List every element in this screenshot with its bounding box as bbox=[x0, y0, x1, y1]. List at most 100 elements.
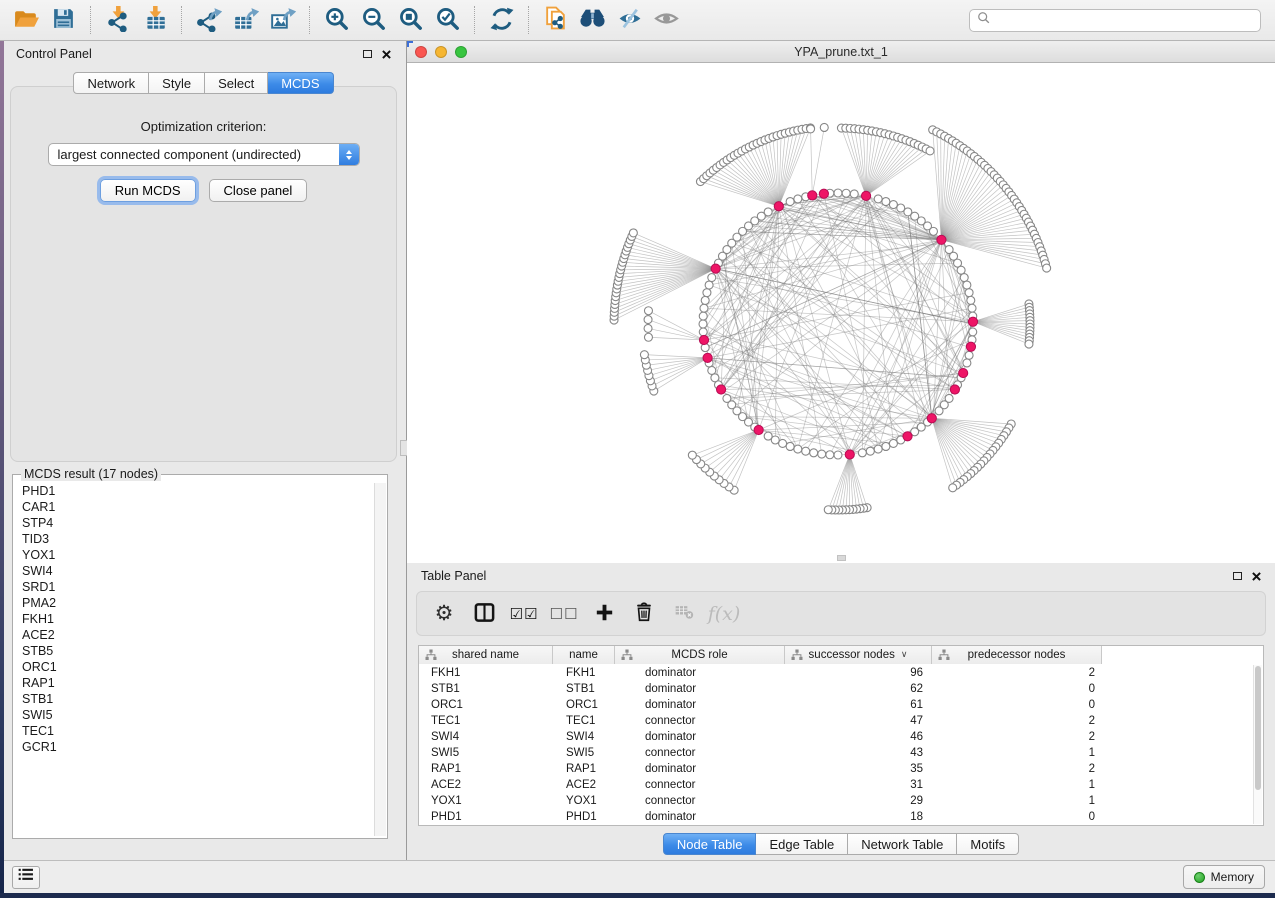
network-node[interactable] bbox=[935, 407, 943, 415]
network-node[interactable] bbox=[882, 198, 890, 206]
network-node[interactable] bbox=[701, 296, 709, 304]
network-node[interactable] bbox=[929, 227, 937, 235]
table-row[interactable]: FKH1FKH1dominator962 bbox=[419, 665, 1253, 681]
table-row[interactable]: SWI5SWI5connector431 bbox=[419, 745, 1253, 761]
network-node[interactable] bbox=[802, 447, 810, 455]
clone-network-button[interactable] bbox=[539, 3, 572, 37]
hide-panel-eye-button[interactable] bbox=[613, 3, 646, 37]
network-leaf-node[interactable] bbox=[644, 333, 652, 341]
clear-selection-button[interactable]: ☐☐ bbox=[549, 596, 579, 632]
network-title-bar[interactable]: YPA_prune.txt_1 bbox=[407, 41, 1275, 63]
network-leaf-node[interactable] bbox=[688, 451, 696, 459]
network-node[interactable] bbox=[889, 201, 897, 209]
network-node[interactable] bbox=[723, 394, 731, 402]
horizontal-splitter-grip[interactable] bbox=[837, 555, 846, 561]
mcds-result-item[interactable]: PHD1 bbox=[14, 483, 373, 499]
mcds-hub-node[interactable] bbox=[937, 235, 946, 244]
network-node[interactable] bbox=[874, 445, 882, 453]
column-header-mcds-role[interactable]: MCDS role bbox=[615, 646, 785, 664]
import-table-button[interactable] bbox=[138, 3, 171, 37]
tab-select[interactable]: Select bbox=[205, 72, 268, 94]
mcds-result-list[interactable]: PHD1CAR1STP4TID3YOX1SWI4SRD1PMA2FKH1ACE2… bbox=[14, 483, 373, 836]
network-node[interactable] bbox=[960, 274, 968, 282]
mcds-hub-node[interactable] bbox=[968, 317, 977, 326]
mcds-result-item[interactable]: SWI5 bbox=[14, 707, 373, 723]
network-node[interactable] bbox=[874, 195, 882, 203]
table-row[interactable]: TEC1TEC1connector472 bbox=[419, 713, 1253, 729]
save-session-button[interactable] bbox=[47, 3, 80, 37]
tab-network[interactable]: Network bbox=[73, 72, 149, 94]
network-node[interactable] bbox=[786, 198, 794, 206]
network-node[interactable] bbox=[810, 449, 818, 457]
table-row[interactable]: YOX1YOX1connector291 bbox=[419, 793, 1253, 809]
network-node[interactable] bbox=[699, 328, 707, 336]
mcds-hub-node[interactable] bbox=[950, 385, 959, 394]
tab-style[interactable]: Style bbox=[149, 72, 205, 94]
table-scrollbar-thumb[interactable] bbox=[1255, 666, 1261, 790]
tab-network-table[interactable]: Network Table bbox=[848, 833, 957, 855]
table-row[interactable]: SWI4SWI4dominator462 bbox=[419, 729, 1253, 745]
column-header-shared-name[interactable]: shared name bbox=[419, 646, 553, 664]
network-leaf-node[interactable] bbox=[1043, 264, 1051, 272]
mcds-hub-node[interactable] bbox=[819, 189, 828, 198]
network-node[interactable] bbox=[842, 189, 850, 197]
network-leaf-node[interactable] bbox=[824, 506, 832, 514]
mcds-hub-node[interactable] bbox=[959, 368, 968, 377]
network-node[interactable] bbox=[967, 296, 975, 304]
mcds-result-item[interactable]: ORC1 bbox=[14, 659, 373, 675]
mcds-hub-node[interactable] bbox=[703, 353, 712, 362]
network-leaf-node[interactable] bbox=[629, 229, 637, 237]
table-row[interactable]: RAP1RAP1dominator352 bbox=[419, 761, 1253, 777]
network-node[interactable] bbox=[818, 450, 826, 458]
network-leaf-node[interactable] bbox=[926, 147, 934, 155]
zoom-fit-button[interactable] bbox=[394, 3, 427, 37]
mcds-result-item[interactable]: YOX1 bbox=[14, 547, 373, 563]
mcds-result-item[interactable]: FKH1 bbox=[14, 611, 373, 627]
mcds-result-item[interactable]: STB1 bbox=[14, 691, 373, 707]
network-leaf-node[interactable] bbox=[820, 123, 828, 131]
mcds-result-item[interactable]: SWI4 bbox=[14, 563, 373, 579]
mcds-hub-node[interactable] bbox=[861, 191, 870, 200]
network-node[interactable] bbox=[708, 366, 716, 374]
run-mcds-button[interactable]: Run MCDS bbox=[100, 179, 196, 202]
mcds-result-item[interactable]: TEC1 bbox=[14, 723, 373, 739]
network-leaf-node[interactable] bbox=[949, 484, 957, 492]
network-node[interactable] bbox=[834, 189, 842, 197]
column-header-predecessor-nodes[interactable]: predecessor nodes bbox=[932, 646, 1102, 664]
network-node[interactable] bbox=[794, 445, 802, 453]
task-history-button[interactable] bbox=[12, 866, 40, 889]
network-leaf-node[interactable] bbox=[640, 351, 648, 359]
network-node[interactable] bbox=[882, 442, 890, 450]
export-table-button[interactable] bbox=[229, 3, 262, 37]
column-header-name[interactable]: name bbox=[553, 646, 615, 664]
mcds-hub-node[interactable] bbox=[754, 425, 763, 434]
network-node[interactable] bbox=[866, 447, 874, 455]
mcds-result-item[interactable]: TID3 bbox=[14, 531, 373, 547]
network-node[interactable] bbox=[826, 451, 834, 459]
close-panel-icon[interactable] bbox=[382, 50, 391, 59]
network-node[interactable] bbox=[963, 359, 971, 367]
mcds-result-item[interactable]: SRD1 bbox=[14, 579, 373, 595]
network-node[interactable] bbox=[779, 439, 787, 447]
select-all-rows-button[interactable]: ☑☑ bbox=[509, 596, 539, 632]
zoom-selected-button[interactable] bbox=[431, 3, 464, 37]
network-leaf-node[interactable] bbox=[1025, 340, 1033, 348]
network-leaf-node[interactable] bbox=[644, 307, 652, 315]
import-network-button[interactable] bbox=[101, 3, 134, 37]
tab-motifs[interactable]: Motifs bbox=[957, 833, 1019, 855]
close-table-panel-icon[interactable] bbox=[1252, 572, 1261, 581]
network-node[interactable] bbox=[700, 304, 708, 312]
split-table-view-button[interactable] bbox=[469, 596, 499, 632]
search-input[interactable] bbox=[996, 13, 1253, 27]
result-scrollbar[interactable] bbox=[374, 483, 386, 836]
close-panel-button[interactable]: Close panel bbox=[209, 179, 308, 202]
add-column-button[interactable] bbox=[589, 596, 619, 632]
network-node[interactable] bbox=[968, 304, 976, 312]
network-canvas[interactable] bbox=[407, 63, 1275, 562]
mcds-hub-node[interactable] bbox=[927, 414, 936, 423]
table-row[interactable]: ACE2ACE2connector311 bbox=[419, 777, 1253, 793]
tab-mcds[interactable]: MCDS bbox=[268, 72, 333, 94]
table-row[interactable]: PHD1PHD1dominator180 bbox=[419, 809, 1253, 825]
find-binoculars-button[interactable] bbox=[576, 3, 609, 37]
mcds-result-item[interactable]: CAR1 bbox=[14, 499, 373, 515]
